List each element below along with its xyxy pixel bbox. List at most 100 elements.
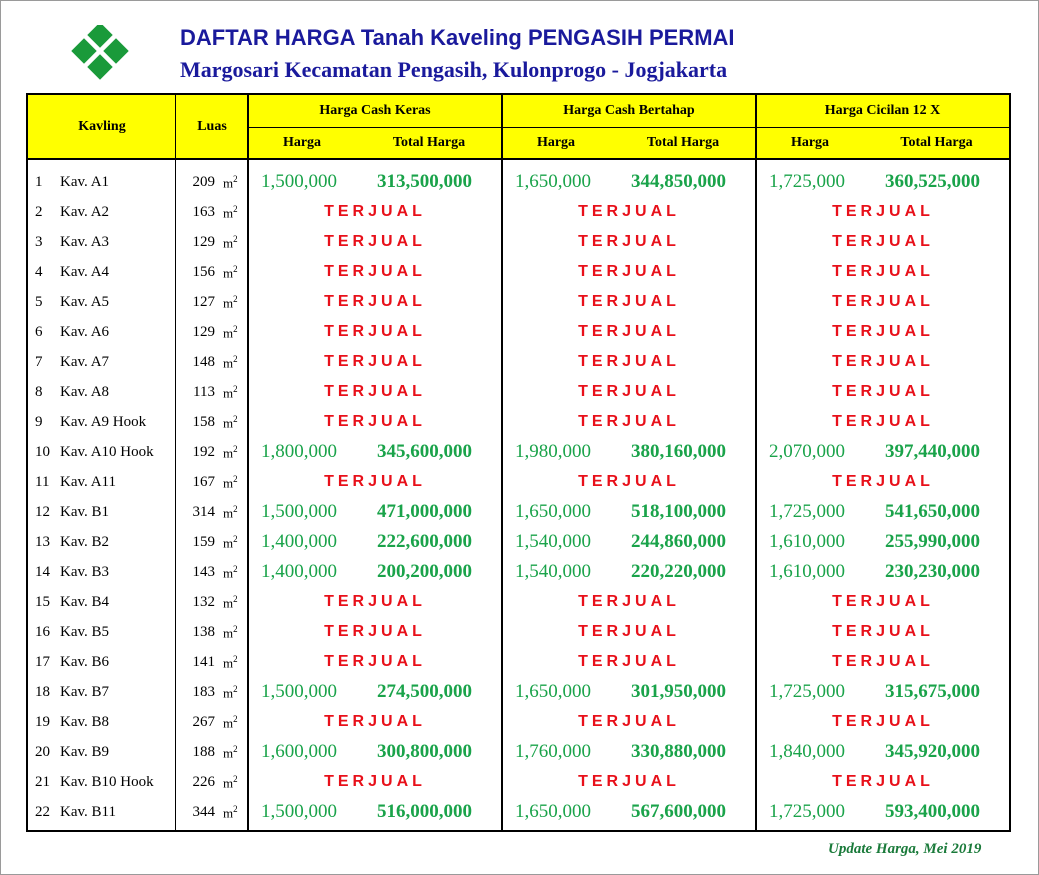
- price-per-m2: 1,725,000: [769, 801, 845, 822]
- unit-superscript: 2: [233, 174, 238, 184]
- luas-value: 344: [192, 804, 216, 820]
- price-per-m2: 1,650,000: [515, 681, 591, 702]
- unit-text: m: [223, 355, 234, 371]
- luas-value: 148: [192, 354, 216, 370]
- total-price: 593,400,000: [885, 801, 980, 822]
- total-price: 380,160,000: [631, 441, 726, 462]
- total-price: 567,600,000: [631, 801, 726, 822]
- luas-value: 183: [192, 684, 216, 700]
- luas-value: 143: [192, 564, 216, 580]
- row-number: 9: [35, 414, 43, 430]
- unit-superscript: 2: [233, 564, 238, 574]
- luas-unit: m2: [223, 774, 238, 791]
- luas-unit: m2: [223, 354, 238, 371]
- sold-label: TERJUAL: [324, 323, 426, 340]
- table-row: 22 Kav. B11 344 m2 1,500,000 516,000,000 1,650…: [28, 798, 1009, 828]
- unit-text: m: [223, 445, 234, 461]
- row-number: 8: [35, 384, 43, 400]
- table-row: 4 Kav. A4 156 m2 TERJUAL TERJUAL TERJUAL: [28, 258, 1009, 288]
- price-per-m2: 1,600,000: [261, 741, 337, 762]
- luas-value: 158: [192, 414, 216, 430]
- kavling-name: Kav. A5: [60, 294, 110, 310]
- unit-superscript: 2: [233, 594, 238, 604]
- price-per-m2: 1,800,000: [261, 441, 337, 462]
- row-number: 13: [35, 534, 50, 550]
- sold-label: TERJUAL: [832, 353, 934, 370]
- sold-label: TERJUAL: [324, 383, 426, 400]
- unit-text: m: [223, 205, 234, 221]
- price-per-m2: 1,650,000: [515, 501, 591, 522]
- sold-label: TERJUAL: [578, 413, 680, 430]
- row-number: 3: [35, 234, 43, 250]
- unit-text: m: [223, 685, 234, 701]
- sold-label: TERJUAL: [578, 293, 680, 310]
- luas-unit: m2: [223, 174, 238, 191]
- total-price: 344,850,000: [631, 171, 726, 192]
- group-header-cash-keras: Harga Cash Keras: [319, 103, 431, 118]
- price-per-m2: 1,725,000: [769, 681, 845, 702]
- luas-unit: m2: [223, 264, 238, 281]
- table-row: 12 Kav. B1 314 m2 1,500,000 471,000,000 1,650,…: [28, 498, 1009, 528]
- row-number: 18: [35, 684, 50, 700]
- row-number: 22: [35, 804, 50, 820]
- row-number: 7: [35, 354, 43, 370]
- total-price: 518,100,000: [631, 501, 726, 522]
- table-row: 18 Kav. B7 183 m2 1,500,000 274,500,000 1,650,…: [28, 678, 1009, 708]
- sold-label: TERJUAL: [832, 473, 934, 490]
- sold-label: TERJUAL: [578, 773, 680, 790]
- unit-text: m: [223, 505, 234, 521]
- total-price: 330,880,000: [631, 741, 726, 762]
- table-row: 17 Kav. B6 141 m2 TERJUAL TERJUAL TERJUAL: [28, 648, 1009, 678]
- luas-value: 132: [192, 594, 216, 610]
- unit-superscript: 2: [233, 534, 238, 544]
- col-header-luas: Luas: [197, 118, 227, 134]
- luas-value: 129: [192, 234, 216, 250]
- unit-superscript: 2: [233, 744, 238, 754]
- luas-unit: m2: [223, 564, 238, 581]
- luas-unit: m2: [223, 204, 238, 221]
- sold-label: TERJUAL: [578, 473, 680, 490]
- luas-unit: m2: [223, 414, 238, 431]
- table-row: 8 Kav. A8 113 m2 TERJUAL TERJUAL TERJUAL: [28, 378, 1009, 408]
- table-row: 1 Kav. A1 209 m2 1,500,000 313,500,000 1,650,0…: [28, 168, 1009, 198]
- sold-label: TERJUAL: [324, 353, 426, 370]
- kavling-name: Kav. B2: [60, 534, 110, 550]
- row-number: 16: [35, 624, 50, 640]
- unit-superscript: 2: [233, 504, 238, 514]
- sold-label: TERJUAL: [832, 293, 934, 310]
- kavling-name: Kav. A8: [60, 384, 110, 400]
- table-row: 15 Kav. B4 132 m2 TERJUAL TERJUAL TERJUAL: [28, 588, 1009, 618]
- unit-superscript: 2: [233, 354, 238, 364]
- sold-label: TERJUAL: [324, 413, 426, 430]
- total-price: 313,500,000: [377, 171, 472, 192]
- total-price: 516,000,000: [377, 801, 472, 822]
- kavling-name: Kav. B8: [60, 714, 110, 730]
- luas-value: 156: [192, 264, 216, 280]
- row-number: 14: [35, 564, 50, 580]
- luas-unit: m2: [223, 624, 238, 641]
- price-per-m2: 1,840,000: [769, 741, 845, 762]
- unit-text: m: [223, 385, 234, 401]
- sold-label: TERJUAL: [578, 623, 680, 640]
- table-row: 19 Kav. B8 267 m2 TERJUAL TERJUAL TERJUAL: [28, 708, 1009, 738]
- unit-superscript: 2: [233, 714, 238, 724]
- sold-label: TERJUAL: [578, 203, 680, 220]
- total-price: 397,440,000: [885, 441, 980, 462]
- kavling-name: Kav. A10 Hook: [60, 444, 154, 460]
- sold-label: TERJUAL: [578, 233, 680, 250]
- sold-label: TERJUAL: [832, 203, 934, 220]
- luas-value: 209: [192, 174, 216, 190]
- unit-superscript: 2: [233, 804, 238, 814]
- table-row: 9 Kav. A9 Hook 158 m2 TERJUAL TERJUAL TERJUAL: [28, 408, 1009, 438]
- unit-superscript: 2: [233, 294, 238, 304]
- sold-label: TERJUAL: [832, 773, 934, 790]
- total-price: 301,950,000: [631, 681, 726, 702]
- luas-value: 159: [192, 534, 216, 550]
- unit-superscript: 2: [233, 384, 238, 394]
- sub-header-total: Total Harga: [646, 135, 720, 150]
- sold-label: TERJUAL: [578, 263, 680, 280]
- sub-header-harga: Harga: [790, 135, 830, 150]
- price-per-m2: 1,400,000: [261, 561, 337, 582]
- total-price: 200,200,000: [377, 561, 472, 582]
- price-per-m2: 1,760,000: [515, 741, 591, 762]
